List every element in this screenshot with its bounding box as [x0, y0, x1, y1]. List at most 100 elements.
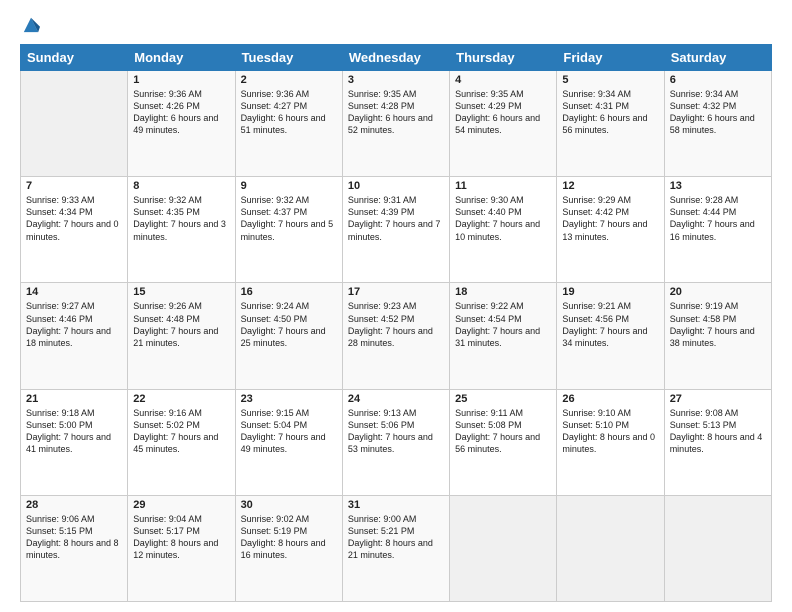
day-number: 27 [670, 393, 766, 405]
calendar-cell: 21 Sunrise: 9:18 AMSunset: 5:00 PMDayligh… [21, 389, 128, 495]
cell-text: Sunrise: 9:34 AMSunset: 4:31 PMDaylight:… [562, 89, 647, 135]
day-number: 22 [133, 393, 229, 405]
weekday-header-tuesday: Tuesday [235, 45, 342, 71]
logo-icon [22, 14, 40, 34]
calendar-body: 1 Sunrise: 9:36 AMSunset: 4:26 PMDaylight… [21, 71, 772, 602]
calendar-cell: 8 Sunrise: 9:32 AMSunset: 4:35 PMDaylight… [128, 177, 235, 283]
calendar-table: SundayMondayTuesdayWednesdayThursdayFrid… [20, 44, 772, 602]
calendar-week-row: 28 Sunrise: 9:06 AMSunset: 5:15 PMDayligh… [21, 495, 772, 601]
day-number: 1 [133, 74, 229, 86]
calendar-cell: 17 Sunrise: 9:23 AMSunset: 4:52 PMDayligh… [342, 283, 449, 389]
cell-text: Sunrise: 9:15 AMSunset: 5:04 PMDaylight:… [241, 408, 326, 454]
day-number: 31 [348, 499, 444, 511]
cell-text: Sunrise: 9:06 AMSunset: 5:15 PMDaylight:… [26, 514, 119, 560]
calendar-cell: 13 Sunrise: 9:28 AMSunset: 4:44 PMDayligh… [664, 177, 771, 283]
day-number: 6 [670, 74, 766, 86]
cell-text: Sunrise: 9:21 AMSunset: 4:56 PMDaylight:… [562, 301, 647, 347]
cell-text: Sunrise: 9:32 AMSunset: 4:35 PMDaylight:… [133, 195, 226, 241]
day-number: 8 [133, 180, 229, 192]
cell-text: Sunrise: 9:35 AMSunset: 4:28 PMDaylight:… [348, 89, 433, 135]
cell-text: Sunrise: 9:10 AMSunset: 5:10 PMDaylight:… [562, 408, 655, 454]
day-number: 10 [348, 180, 444, 192]
cell-text: Sunrise: 9:36 AMSunset: 4:26 PMDaylight:… [133, 89, 218, 135]
calendar-cell: 24 Sunrise: 9:13 AMSunset: 5:06 PMDayligh… [342, 389, 449, 495]
calendar-week-row: 21 Sunrise: 9:18 AMSunset: 5:00 PMDayligh… [21, 389, 772, 495]
cell-text: Sunrise: 9:22 AMSunset: 4:54 PMDaylight:… [455, 301, 540, 347]
cell-text: Sunrise: 9:31 AMSunset: 4:39 PMDaylight:… [348, 195, 441, 241]
calendar-cell: 10 Sunrise: 9:31 AMSunset: 4:39 PMDayligh… [342, 177, 449, 283]
cell-text: Sunrise: 9:13 AMSunset: 5:06 PMDaylight:… [348, 408, 433, 454]
cell-text: Sunrise: 9:24 AMSunset: 4:50 PMDaylight:… [241, 301, 326, 347]
calendar-cell: 27Sunrise: 9:08 AMSunset: 5:13 PMDayligh… [664, 389, 771, 495]
day-number: 4 [455, 74, 551, 86]
cell-text: Sunrise: 9:36 AMSunset: 4:27 PMDaylight:… [241, 89, 326, 135]
cell-text: Sunrise: 9:00 AMSunset: 5:21 PMDaylight:… [348, 514, 433, 560]
day-number: 3 [348, 74, 444, 86]
cell-text: Sunrise: 9:19 AMSunset: 4:58 PMDaylight:… [670, 301, 755, 347]
cell-text: Sunrise: 9:34 AMSunset: 4:32 PMDaylight:… [670, 89, 755, 135]
calendar-cell: 19 Sunrise: 9:21 AMSunset: 4:56 PMDayligh… [557, 283, 664, 389]
calendar-cell: 23 Sunrise: 9:15 AMSunset: 5:04 PMDayligh… [235, 389, 342, 495]
day-number: 24 [348, 393, 444, 405]
weekday-header-sunday: Sunday [21, 45, 128, 71]
day-number: 28 [26, 499, 122, 511]
day-number: 11 [455, 180, 551, 192]
calendar-cell: 14Sunrise: 9:27 AMSunset: 4:46 PMDayligh… [21, 283, 128, 389]
cell-text: Sunrise: 9:16 AMSunset: 5:02 PMDaylight:… [133, 408, 218, 454]
calendar-cell: 30 Sunrise: 9:02 AMSunset: 5:19 PMDayligh… [235, 495, 342, 601]
cell-text: Sunrise: 9:29 AMSunset: 4:42 PMDaylight:… [562, 195, 647, 241]
calendar-cell: 18 Sunrise: 9:22 AMSunset: 4:54 PMDayligh… [450, 283, 557, 389]
cell-text: Sunrise: 9:23 AMSunset: 4:52 PMDaylight:… [348, 301, 433, 347]
header [20, 16, 772, 34]
day-number: 9 [241, 180, 337, 192]
calendar-week-row: 7 Sunrise: 9:33 AMSunset: 4:34 PMDaylight… [21, 177, 772, 283]
calendar-cell: 31 Sunrise: 9:00 AMSunset: 5:21 PMDayligh… [342, 495, 449, 601]
calendar-cell: 26Sunrise: 9:10 AMSunset: 5:10 PMDayligh… [557, 389, 664, 495]
calendar-cell: 15Sunrise: 9:26 AMSunset: 4:48 PMDayligh… [128, 283, 235, 389]
calendar-cell: 25 Sunrise: 9:11 AMSunset: 5:08 PMDayligh… [450, 389, 557, 495]
calendar-cell: 9 Sunrise: 9:32 AMSunset: 4:37 PMDaylight… [235, 177, 342, 283]
calendar-cell: 20 Sunrise: 9:19 AMSunset: 4:58 PMDayligh… [664, 283, 771, 389]
calendar-cell: 29 Sunrise: 9:04 AMSunset: 5:17 PMDayligh… [128, 495, 235, 601]
weekday-header-wednesday: Wednesday [342, 45, 449, 71]
weekday-header-saturday: Saturday [664, 45, 771, 71]
cell-text: Sunrise: 9:33 AMSunset: 4:34 PMDaylight:… [26, 195, 119, 241]
cell-text: Sunrise: 9:35 AMSunset: 4:29 PMDaylight:… [455, 89, 540, 135]
cell-text: Sunrise: 9:26 AMSunset: 4:48 PMDaylight:… [133, 301, 218, 347]
calendar-cell [21, 71, 128, 177]
cell-text: Sunrise: 9:30 AMSunset: 4:40 PMDaylight:… [455, 195, 540, 241]
calendar-cell [450, 495, 557, 601]
day-number: 18 [455, 286, 551, 298]
day-number: 29 [133, 499, 229, 511]
weekday-header-row: SundayMondayTuesdayWednesdayThursdayFrid… [21, 45, 772, 71]
cell-text: Sunrise: 9:32 AMSunset: 4:37 PMDaylight:… [241, 195, 334, 241]
calendar-cell: 12Sunrise: 9:29 AMSunset: 4:42 PMDayligh… [557, 177, 664, 283]
day-number: 7 [26, 180, 122, 192]
calendar-cell: 22 Sunrise: 9:16 AMSunset: 5:02 PMDayligh… [128, 389, 235, 495]
cell-text: Sunrise: 9:28 AMSunset: 4:44 PMDaylight:… [670, 195, 755, 241]
cell-text: Sunrise: 9:04 AMSunset: 5:17 PMDaylight:… [133, 514, 218, 560]
cell-text: Sunrise: 9:02 AMSunset: 5:19 PMDaylight:… [241, 514, 326, 560]
calendar-cell: 28 Sunrise: 9:06 AMSunset: 5:15 PMDayligh… [21, 495, 128, 601]
day-number: 25 [455, 393, 551, 405]
calendar-cell: 5Sunrise: 9:34 AMSunset: 4:31 PMDaylight… [557, 71, 664, 177]
day-number: 2 [241, 74, 337, 86]
day-number: 30 [241, 499, 337, 511]
calendar-header: SundayMondayTuesdayWednesdayThursdayFrid… [21, 45, 772, 71]
calendar-week-row: 14Sunrise: 9:27 AMSunset: 4:46 PMDayligh… [21, 283, 772, 389]
calendar-cell: 2 Sunrise: 9:36 AMSunset: 4:27 PMDaylight… [235, 71, 342, 177]
weekday-header-monday: Monday [128, 45, 235, 71]
calendar-cell [557, 495, 664, 601]
day-number: 19 [562, 286, 658, 298]
day-number: 17 [348, 286, 444, 298]
weekday-header-thursday: Thursday [450, 45, 557, 71]
day-number: 23 [241, 393, 337, 405]
calendar-cell: 11 Sunrise: 9:30 AMSunset: 4:40 PMDayligh… [450, 177, 557, 283]
day-number: 16 [241, 286, 337, 298]
day-number: 13 [670, 180, 766, 192]
cell-text: Sunrise: 9:18 AMSunset: 5:00 PMDaylight:… [26, 408, 111, 454]
day-number: 20 [670, 286, 766, 298]
day-number: 14 [26, 286, 122, 298]
day-number: 21 [26, 393, 122, 405]
cell-text: Sunrise: 9:11 AMSunset: 5:08 PMDaylight:… [455, 408, 540, 454]
